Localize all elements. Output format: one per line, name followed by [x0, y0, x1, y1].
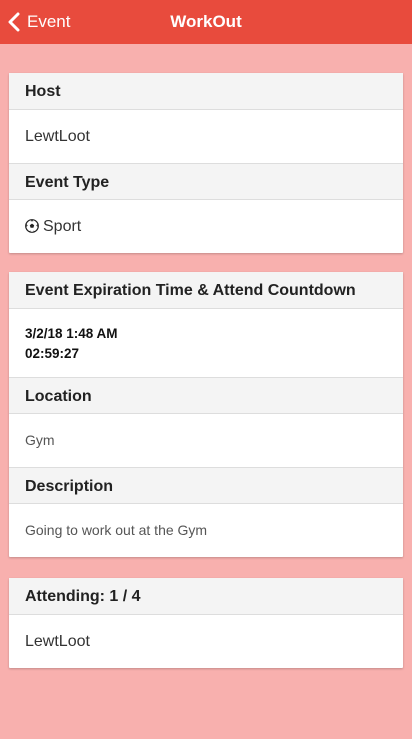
attending-card: Attending: 1 / 4 LewtLoot	[9, 578, 403, 668]
expiration-time: 3/2/18 1:48 AM	[25, 326, 118, 341]
host-card: Host LewtLoot Event Type Sport	[9, 73, 403, 253]
description-value: Going to work out at the Gym	[25, 522, 208, 538]
nav-bar: Event WorkOut	[0, 0, 412, 44]
page-title: WorkOut	[170, 12, 242, 31]
host-value: LewtLoot	[25, 128, 90, 145]
location-value: Gym	[25, 432, 55, 448]
description-header: Description	[9, 467, 403, 504]
event-type-row: Sport	[9, 200, 403, 253]
soccer-ball-icon	[25, 219, 39, 233]
location-header: Location	[9, 377, 403, 414]
event-type-header: Event Type	[9, 163, 403, 200]
event-type-value: Sport	[43, 218, 82, 235]
countdown-timer: 02:59:27	[25, 346, 80, 361]
host-header: Host	[9, 73, 403, 110]
expiration-header: Event Expiration Time & Attend Countdown	[9, 272, 403, 309]
expiration-box: 3/2/18 1:48 AM 02:59:27	[9, 309, 403, 377]
details-card: Event Expiration Time & Attend Countdown…	[9, 272, 403, 557]
attending-header: Attending: 1 / 4	[9, 578, 403, 615]
attendee-item[interactable]: LewtLoot	[9, 615, 403, 668]
